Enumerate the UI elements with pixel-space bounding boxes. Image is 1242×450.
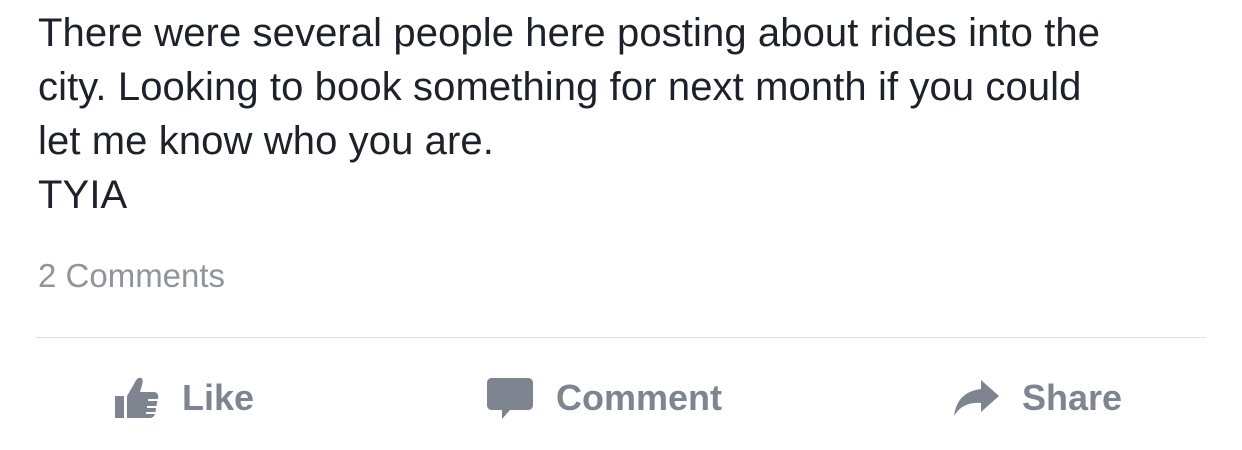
comment-label: Comment [556, 377, 723, 418]
comment-button[interactable]: Comment [486, 365, 722, 431]
post-text-line: There were several people here posting a… [38, 11, 1101, 55]
post-text: There were several people here posting a… [38, 6, 1218, 222]
speech-bubble-icon [486, 374, 534, 422]
thumbs-up-icon [112, 374, 160, 422]
post-action-bar: Like Comment Share [0, 365, 1242, 431]
post-text-line: let me know who you are. [38, 119, 494, 163]
divider [36, 337, 1206, 338]
like-label: Like [182, 377, 255, 418]
comment-count-link[interactable]: 2 Comments [38, 255, 225, 297]
share-label: Share [1022, 377, 1123, 418]
like-button[interactable]: Like [112, 365, 254, 431]
share-button[interactable]: Share [952, 365, 1122, 431]
post-text-line: TYIA [38, 173, 128, 217]
share-arrow-icon [952, 374, 1000, 422]
post-text-line: city. Looking to book something for next… [38, 65, 1082, 109]
